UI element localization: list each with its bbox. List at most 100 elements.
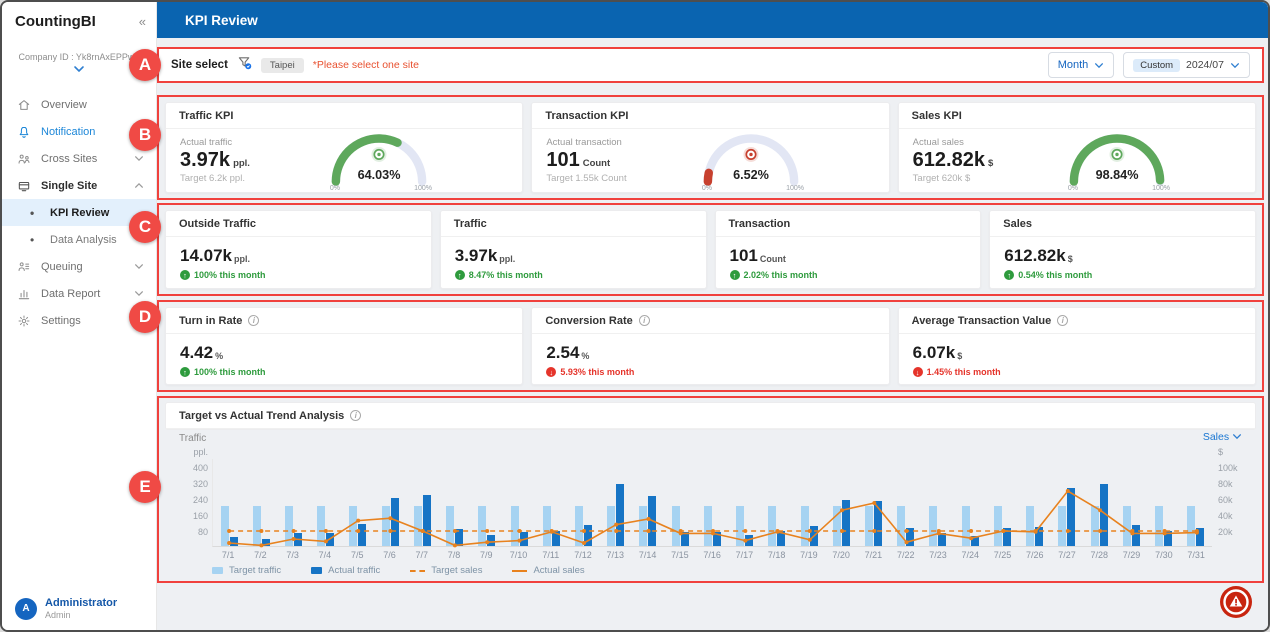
- stat-unit: $: [1068, 254, 1073, 264]
- sidebar-item-label: Settings: [41, 315, 81, 327]
- filter-icon[interactable]: [237, 55, 252, 75]
- sidebar-item-label: Data Report: [41, 288, 100, 300]
- stat-unit: %: [581, 351, 589, 361]
- date-range-dropdown[interactable]: Custom 2024/07: [1123, 52, 1250, 78]
- x-axis-label: 7/19: [793, 550, 825, 560]
- card-title: Turn in Ratei: [166, 308, 522, 334]
- sidebar-item-label: KPI Review: [50, 207, 109, 219]
- kpi-gauge: 6.52%0%100%: [694, 131, 808, 191]
- x-axis-label: 7/20: [825, 550, 857, 560]
- metric-value: 3.97kppl.: [180, 149, 250, 172]
- sales-lines-layer: [213, 459, 1213, 547]
- user-name: Administrator: [45, 597, 117, 609]
- left-axis-tick: 160: [166, 511, 208, 521]
- sidebar-item-data-report[interactable]: Data Report: [2, 280, 156, 307]
- metric-unit: Count: [583, 158, 610, 169]
- svg-text:100%: 100%: [414, 185, 432, 191]
- legend-item-actual-sales[interactable]: Actual sales: [512, 565, 584, 576]
- legend-item-actual-traffic[interactable]: Actual traffic: [311, 565, 380, 576]
- x-axis-label: 7/31: [1180, 550, 1212, 560]
- sidebar-item-queuing[interactable]: Queuing: [2, 253, 156, 280]
- sidebar-item-overview[interactable]: Overview: [2, 91, 156, 118]
- sidebar-collapse-icon[interactable]: «: [139, 14, 146, 29]
- x-axis-label: 7/13: [599, 550, 631, 560]
- left-axis-tick: 240: [166, 495, 208, 505]
- trend-chart-card: Target vs Actual Trend Analysis i Traffi…: [165, 402, 1256, 430]
- chevron-down-icon: [1230, 56, 1240, 74]
- trend-change: ↑100% this month: [180, 367, 508, 377]
- stat-unit: $: [957, 351, 962, 361]
- queue-icon: [17, 260, 31, 274]
- stat-card-body: 14.07kppl.↑100% this month: [166, 237, 431, 280]
- svg-text:6.52%: 6.52%: [733, 167, 769, 181]
- kpi-gauge: 64.03%0%100%: [322, 131, 436, 191]
- x-axis-label: 7/16: [696, 550, 728, 560]
- callout-b: B: [129, 119, 161, 151]
- x-axis-label: 7/22: [890, 550, 922, 560]
- plot-area: [212, 459, 1212, 547]
- right-axis-selector-value: Sales: [1203, 431, 1229, 443]
- svg-text:100%: 100%: [786, 185, 804, 191]
- svg-text:98.84%: 98.84%: [1096, 167, 1139, 181]
- alert-fab[interactable]: [1219, 585, 1253, 619]
- right-axis-tick: 40k: [1218, 511, 1252, 521]
- kpi-card-body: Actual sales612.82k$Target 620k $98.84%0…: [899, 129, 1255, 192]
- trend-change: ↓5.93% this month: [546, 367, 874, 377]
- trend-change: ↑2.02% this month: [730, 270, 967, 280]
- x-axis-label: 7/15: [664, 550, 696, 560]
- x-axis-label: 7/2: [244, 550, 276, 560]
- home-icon: [17, 98, 31, 112]
- card-title: Sales KPI: [899, 103, 1255, 129]
- sidebar-item-label: Cross Sites: [41, 153, 97, 165]
- x-axis-label: 7/28: [1083, 550, 1115, 560]
- kpi-gauge: 98.84%0%100%: [1060, 131, 1174, 191]
- card-title: Conversion Ratei: [532, 308, 888, 334]
- legend-item-target-traffic[interactable]: Target traffic: [212, 565, 281, 576]
- x-axis-label: 7/24: [954, 550, 986, 560]
- info-icon[interactable]: i: [350, 410, 361, 421]
- kpi-card-sales-kpi: Sales KPIActual sales612.82k$Target 620k…: [898, 102, 1256, 193]
- user-block[interactable]: A Administrator Admin: [15, 597, 117, 620]
- sidebar-item-label: Data Analysis: [50, 234, 117, 246]
- info-icon[interactable]: i: [1057, 315, 1068, 326]
- left-axis-title: Traffic: [179, 433, 206, 444]
- stat-unit: ppl.: [499, 254, 515, 264]
- trend-change: ↓1.45% this month: [913, 367, 1241, 377]
- right-axis-tick: 100k: [1218, 463, 1252, 473]
- x-axis-label: 7/14: [631, 550, 663, 560]
- x-axis-label: 7/18: [761, 550, 793, 560]
- x-axis-label: 7/27: [1051, 550, 1083, 560]
- avatar: A: [15, 598, 37, 620]
- info-icon[interactable]: i: [248, 315, 259, 326]
- page-header: KPI Review: [157, 2, 1268, 38]
- period-dropdown-value: Month: [1058, 59, 1089, 71]
- sidebar-header: CountingBI «: [2, 2, 156, 40]
- site-tag-taipei[interactable]: Taipei: [261, 58, 304, 73]
- sites-icon: [17, 152, 31, 166]
- svg-text:64.03%: 64.03%: [358, 167, 401, 181]
- stat-card-sales: Sales612.82k$↑0.54% this month: [989, 210, 1256, 289]
- main-area: KPI Review Site select Taipei *Please se…: [157, 2, 1268, 630]
- stat-card-average-transaction-value: Average Transaction Valuei6.07k$↓1.45% t…: [898, 307, 1256, 385]
- x-axis-label: 7/29: [1115, 550, 1147, 560]
- stat-card-body: 4.42%↑100% this month: [166, 334, 522, 377]
- sidebar-item-cross-sites[interactable]: Cross Sites: [2, 145, 156, 172]
- x-axis-label: 7/12: [567, 550, 599, 560]
- trend-change: ↑0.54% this month: [1004, 270, 1241, 280]
- legend-item-target-sales[interactable]: Target sales: [410, 565, 482, 576]
- sidebar-item-single-site[interactable]: Single Site: [2, 172, 156, 199]
- stat-card-body: 2.54%↓5.93% this month: [532, 334, 888, 377]
- period-dropdown[interactable]: Month: [1048, 52, 1115, 78]
- metric-label: Actual sales: [913, 137, 994, 148]
- trend-up-icon: ↑: [180, 367, 190, 377]
- x-axis-label: 7/11: [535, 550, 567, 560]
- right-axis-selector[interactable]: Sales: [1203, 431, 1242, 443]
- stat-unit: %: [215, 351, 223, 361]
- callout-a: A: [129, 49, 161, 81]
- chevron-down-icon: [134, 261, 144, 273]
- stat-unit: ppl.: [234, 254, 250, 264]
- stat-card-traffic: Traffic3.97kppl.↑8.47% this month: [440, 210, 707, 289]
- kpi-card-body: Actual transaction101CountTarget 1.55k C…: [532, 129, 888, 192]
- info-icon[interactable]: i: [639, 315, 650, 326]
- app-window: CountingBI « Company ID : Yk8rnAxEPPw3 O…: [0, 0, 1270, 632]
